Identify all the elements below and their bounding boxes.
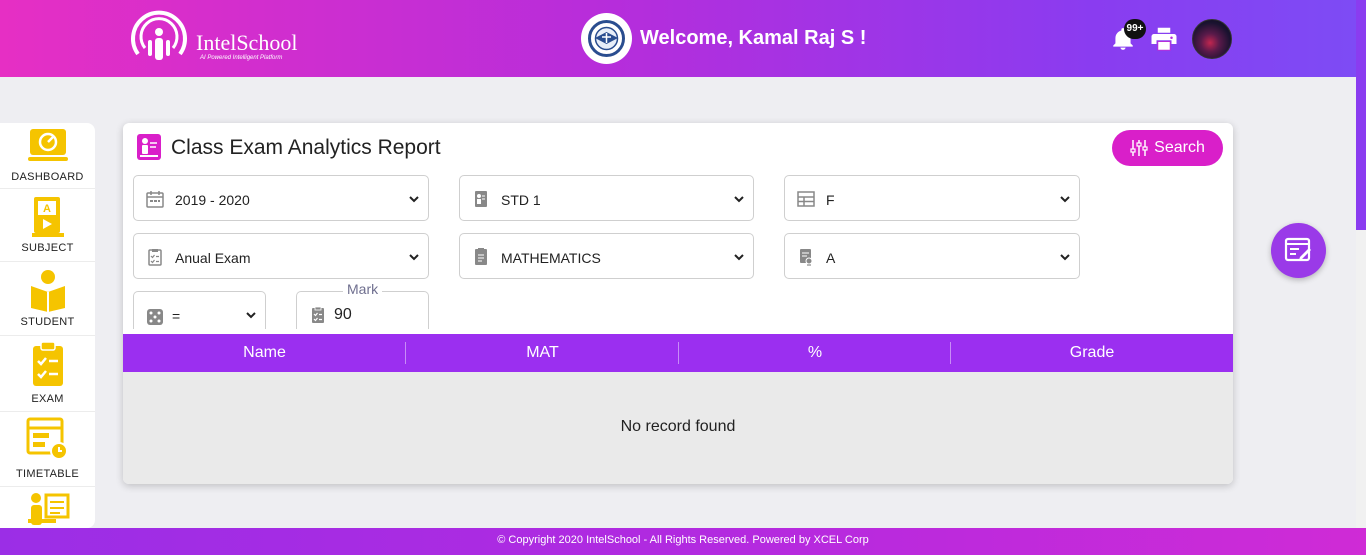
sidebar-item-exam[interactable]: EXAM bbox=[0, 336, 95, 412]
operator-value: = bbox=[172, 308, 181, 324]
school-emblem-icon bbox=[581, 13, 632, 64]
edit-note-icon bbox=[1284, 237, 1311, 262]
sidebar-item-dashboard[interactable]: DASHBOARD bbox=[0, 123, 95, 189]
exam-clipboard-icon bbox=[148, 249, 162, 266]
dice-icon bbox=[147, 309, 163, 325]
sidebar-item-student[interactable]: STUDENT bbox=[0, 262, 95, 336]
mark-field-label: Mark bbox=[343, 281, 383, 297]
intelschool-logo[interactable]: IntelSchool AI Powered Intelligent Platf… bbox=[128, 10, 318, 66]
section-select[interactable]: F bbox=[784, 175, 1080, 221]
sidebar-item-label: TIMETABLE bbox=[15, 468, 79, 480]
welcome-text: Welcome, Kamal Raj S ! bbox=[640, 27, 867, 49]
subject-book-icon bbox=[475, 248, 487, 265]
grade-select[interactable]: A bbox=[784, 233, 1080, 279]
subject-icon: A bbox=[31, 197, 64, 237]
top-header: IntelSchool AI Powered Intelligent Platf… bbox=[0, 0, 1366, 77]
sidebar-item-label: STUDENT bbox=[20, 316, 75, 328]
table-grid-icon bbox=[797, 191, 815, 207]
search-button[interactable]: Search bbox=[1112, 130, 1223, 166]
notification-count-badge: 99+ bbox=[1124, 19, 1146, 39]
grade-value: A bbox=[826, 250, 836, 266]
timetable-icon bbox=[26, 417, 68, 460]
column-header-percent[interactable]: % bbox=[679, 334, 951, 372]
standard-value: STD 1 bbox=[501, 192, 541, 208]
classroom-icon bbox=[475, 191, 487, 207]
column-header-grade[interactable]: Grade bbox=[951, 334, 1233, 372]
sidebar-item-label: DASHBOARD bbox=[11, 171, 84, 183]
exam-select[interactable]: Anual Exam bbox=[133, 233, 429, 279]
table-header: Name MAT % Grade bbox=[123, 334, 1233, 372]
exam-value: Anual Exam bbox=[175, 250, 251, 266]
dashboard-icon bbox=[27, 129, 68, 161]
page-title: Class Exam Analytics Report bbox=[171, 136, 441, 159]
section-value: F bbox=[826, 192, 835, 208]
academic-year-value: 2019 - 2020 bbox=[175, 192, 250, 208]
empty-state-message: No record found bbox=[620, 418, 736, 435]
exam-icon bbox=[32, 341, 63, 386]
filter-sliders-icon bbox=[1130, 140, 1148, 156]
chevron-down-icon bbox=[409, 254, 419, 261]
user-avatar[interactable] bbox=[1192, 19, 1232, 59]
subject-value: MATHEMATICS bbox=[501, 250, 601, 266]
calendar-icon bbox=[146, 191, 164, 208]
chevron-down-icon bbox=[734, 196, 744, 203]
student-icon bbox=[30, 270, 65, 312]
column-header-name[interactable]: Name bbox=[123, 334, 406, 372]
sidebar-item-subject[interactable]: A SUBJECT bbox=[0, 189, 95, 262]
chevron-down-icon bbox=[1060, 254, 1070, 261]
academic-year-select[interactable]: 2019 - 2020 bbox=[133, 175, 429, 221]
page-scrollbar-thumb[interactable] bbox=[1356, 0, 1366, 230]
printer-icon[interactable] bbox=[1149, 24, 1179, 54]
sidebar-item-label: EXAM bbox=[31, 393, 64, 405]
logo-tagline: AI Powered Intelligent Platform bbox=[200, 55, 283, 61]
teacher-icon bbox=[27, 493, 69, 525]
logo-mark-icon bbox=[131, 10, 187, 60]
column-header-mat[interactable]: MAT bbox=[406, 334, 679, 372]
sidebar: DASHBOARD A SUBJECT STUDENT EXAM TIMETAB… bbox=[0, 123, 95, 528]
operator-select[interactable]: = bbox=[133, 291, 266, 329]
svg-text:A: A bbox=[43, 203, 51, 215]
floating-edit-button[interactable] bbox=[1271, 223, 1326, 278]
standard-select[interactable]: STD 1 bbox=[459, 175, 754, 221]
subject-select[interactable]: MATHEMATICS bbox=[459, 233, 754, 279]
report-title-icon bbox=[137, 134, 161, 160]
footer: © Copyright 2020 IntelSchool - All Right… bbox=[0, 528, 1366, 555]
copyright-text: © Copyright 2020 IntelSchool - All Right… bbox=[497, 534, 869, 546]
chevron-down-icon bbox=[734, 254, 744, 261]
table-body: No record found bbox=[123, 372, 1233, 484]
grade-certificate-icon bbox=[800, 249, 813, 266]
chevron-down-icon bbox=[1060, 196, 1070, 203]
report-card: Class Exam Analytics Report Search 2019 … bbox=[123, 123, 1233, 484]
mark-clipboard-icon bbox=[312, 306, 324, 323]
sidebar-item-label: SUBJECT bbox=[21, 242, 74, 254]
logo-text: IntelSchool bbox=[196, 30, 298, 55]
mark-value: 90 bbox=[334, 306, 352, 323]
sidebar-item-timetable[interactable]: TIMETABLE bbox=[0, 412, 95, 487]
chevron-down-icon bbox=[409, 196, 419, 203]
search-button-label: Search bbox=[1154, 139, 1205, 156]
chevron-down-icon bbox=[246, 312, 256, 319]
sidebar-item-teacher[interactable] bbox=[0, 487, 95, 528]
